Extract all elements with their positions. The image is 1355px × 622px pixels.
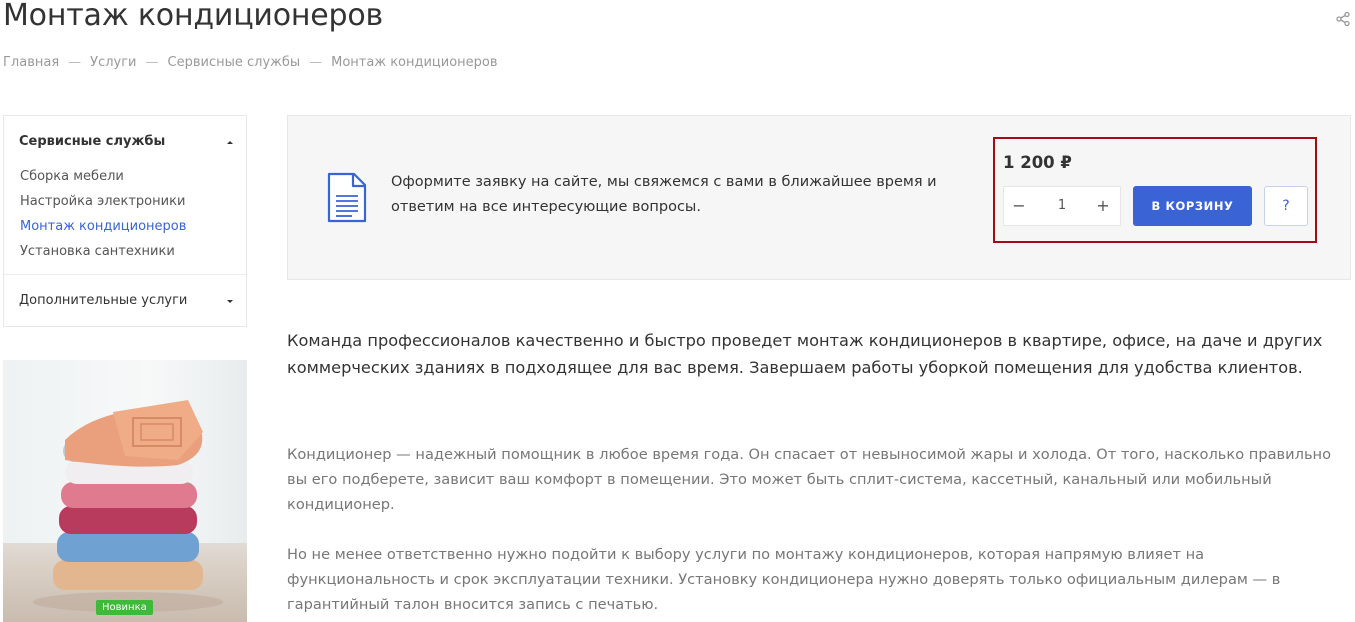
help-button[interactable]: ? — [1264, 186, 1308, 226]
document-icon — [327, 172, 367, 223]
towels-image — [33, 400, 223, 612]
breadcrumb-item-services[interactable]: Услуги — [90, 55, 136, 70]
sidebar-items: Сборка мебели Настройка электроники Монт… — [20, 164, 186, 264]
sidebar-item-plumbing[interactable]: Установка сантехники — [20, 239, 186, 264]
breadcrumb-item-home[interactable]: Главная — [3, 55, 59, 70]
add-to-cart-button[interactable]: В КОРЗИНУ — [1133, 186, 1252, 226]
sidebar-menu: Сервисные службы Сборка мебели Настройка… — [3, 115, 247, 327]
sidebar-item-electronics-setup[interactable]: Настройка электроники — [20, 189, 186, 214]
lead-paragraph: Команда профессионалов качественно и быс… — [287, 331, 1323, 377]
quantity-decrease-button[interactable]: − — [1010, 196, 1028, 216]
breadcrumb-separator: — — [145, 55, 159, 70]
description-paragraph-1: Кондиционер — надежный помощник в любое … — [287, 446, 1332, 513]
order-description: Оформите заявку на сайте, мы свяжемся с … — [391, 174, 937, 215]
breadcrumb-separator: — — [68, 55, 82, 70]
caret-up-icon[interactable] — [227, 141, 233, 144]
price: 1 200 ₽ — [1003, 153, 1072, 172]
quantity-input[interactable] — [1042, 198, 1082, 213]
order-box: Оформите заявку на сайте, мы свяжемся с … — [287, 115, 1351, 280]
share-icon[interactable] — [1335, 11, 1351, 27]
caret-down-icon[interactable] — [227, 300, 233, 303]
breadcrumb-item-current: Монтаж кондиционеров — [331, 55, 498, 70]
breadcrumb: Главная — Услуги — Сервисные службы — Мо… — [3, 55, 498, 70]
breadcrumb-separator: — — [309, 55, 323, 70]
sidebar-item-ac-installation[interactable]: Монтаж кондиционеров — [20, 214, 186, 239]
price-block: 1 200 ₽ − + В КОРЗИНУ ? — [993, 137, 1317, 243]
sidebar-section-additional[interactable]: Дополнительные услуги — [19, 293, 187, 308]
sidebar-item-furniture-assembly[interactable]: Сборка мебели — [20, 164, 186, 189]
sidebar-section-title[interactable]: Сервисные службы — [19, 134, 165, 149]
sidebar-divider — [4, 274, 246, 275]
page-title: Монтаж кондиционеров — [3, 0, 384, 33]
breadcrumb-item-service-desk[interactable]: Сервисные службы — [168, 55, 301, 70]
quantity-stepper: − + — [1003, 186, 1121, 226]
new-badge: Новинка — [96, 600, 153, 615]
promo-banner[interactable]: Новинка — [3, 360, 247, 622]
description-paragraph-2: Но не менее ответственно нужно подойти к… — [287, 546, 1281, 613]
quantity-increase-button[interactable]: + — [1094, 196, 1112, 216]
